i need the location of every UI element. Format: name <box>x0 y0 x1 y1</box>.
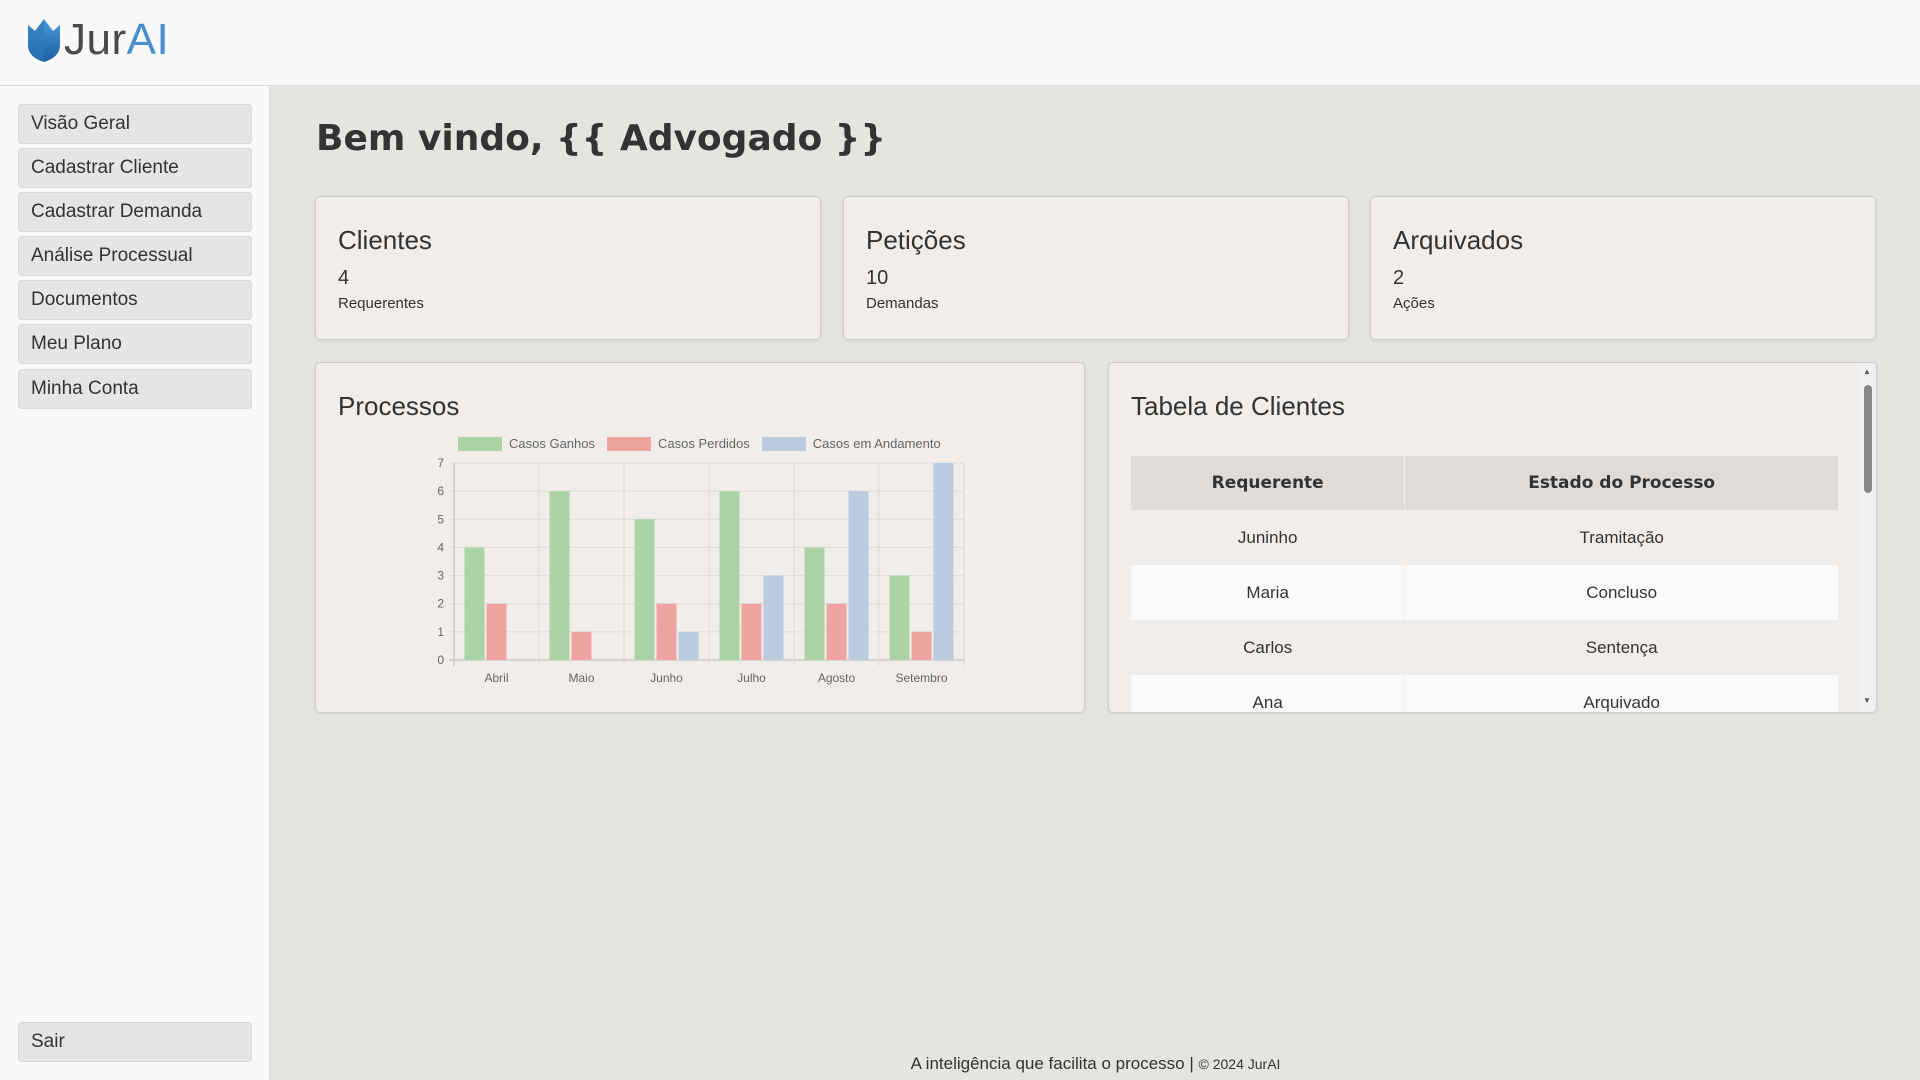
footer: A inteligência que facilita o processo |… <box>271 1054 1920 1074</box>
top-header: JurAI <box>0 0 1920 86</box>
y-tick-label: 0 <box>437 653 444 667</box>
table-panel-scrollbar[interactable]: ▲ ▼ <box>1859 363 1876 711</box>
bar-casos-ganhos <box>549 491 570 660</box>
stat-title: Petições <box>866 225 966 255</box>
y-tick-label: 7 <box>437 456 444 470</box>
clients-table-container: Requerente Estado do Processo Juninho Tr… <box>1131 456 1839 712</box>
bar-casos-em-andamento <box>763 575 784 660</box>
scroll-down-arrow-icon[interactable]: ▼ <box>1863 696 1871 706</box>
table-row[interactable]: Carlos Sentença <box>1131 620 1839 675</box>
table-panel-title: Tabela de Clientes <box>1131 391 1345 421</box>
cell-estado: Concluso <box>1404 565 1839 620</box>
sidebar-item-meu-plano[interactable]: Meu Plano <box>18 324 252 364</box>
bar-casos-ganhos <box>719 491 740 660</box>
y-tick-label: 5 <box>437 512 444 526</box>
cell-requerente: Carlos <box>1131 620 1406 675</box>
bar-chart: 0 1 2 3 4 5 6 7 Abril Maio Junho Julho Agosto Setembr… <box>437 456 965 685</box>
table-header-row: Requerente Estado do Processo <box>1131 456 1839 510</box>
stat-title: Arquivados <box>1393 225 1524 255</box>
footer-tagline: A inteligência que facilita o processo | <box>910 1054 1194 1073</box>
bar-casos-perdidos <box>741 603 762 660</box>
column-header-estado[interactable]: Estado do Processo <box>1404 456 1839 510</box>
bar-casos-perdidos <box>911 631 932 660</box>
sidebar-item-cadastrar-demanda[interactable]: Cadastrar Demanda <box>18 192 252 232</box>
bar-casos-perdidos <box>486 603 507 660</box>
page-title: Bem vindo, {{ Advogado }} <box>316 118 887 159</box>
y-tick-label: 4 <box>437 540 444 554</box>
footer-copyright: © 2024 JurAI <box>1198 1056 1281 1072</box>
bar-casos-ganhos <box>464 547 485 660</box>
stat-value: 10 <box>866 267 889 289</box>
sidebar-item-minha-conta[interactable]: Minha Conta <box>18 369 252 409</box>
sidebar-item-documentos[interactable]: Documentos <box>18 280 252 320</box>
bar-casos-em-andamento <box>933 463 954 660</box>
stat-value: 4 <box>338 267 350 289</box>
cell-estado: Arquivado <box>1404 675 1839 712</box>
x-tick-label: Junho <box>650 671 683 685</box>
bar-casos-em-andamento <box>848 491 869 660</box>
bar-casos-ganhos <box>804 547 825 660</box>
stat-subtitle: Demandas <box>866 295 939 312</box>
stat-subtitle: Requerentes <box>338 295 424 312</box>
x-tick-label: Abril <box>484 671 508 685</box>
y-tick-label: 2 <box>437 597 444 611</box>
clients-table: Requerente Estado do Processo Juninho Tr… <box>1131 456 1839 712</box>
cell-requerente: Ana <box>1131 675 1406 712</box>
clients-table-panel: Tabela de Clientes Requerente Estado do … <box>1108 362 1877 713</box>
table-row[interactable]: Juninho Tramitação <box>1131 510 1839 565</box>
y-tick-label: 1 <box>437 625 444 639</box>
stat-card-arquivados: Arquivados 2 Ações <box>1370 196 1876 340</box>
stat-title: Clientes <box>338 225 432 255</box>
y-tick-label: 3 <box>437 569 444 583</box>
stat-card-clientes: Clientes 4 Requerentes <box>315 196 821 340</box>
sidebar-item-analise-processual[interactable]: Análise Processual <box>18 236 252 276</box>
bar-casos-perdidos <box>656 603 677 660</box>
app-name: JurAI <box>64 15 170 64</box>
app-logo[interactable]: JurAI <box>26 15 170 64</box>
y-tick-label: 6 <box>437 484 444 498</box>
bar-casos-em-andamento <box>678 631 699 660</box>
shield-logo-icon <box>28 19 60 62</box>
cell-requerente: Maria <box>1131 565 1406 620</box>
chart-panel: Processos Casos Ganhos Casos Perdidos Ca… <box>315 362 1085 713</box>
table-row[interactable]: Maria Concluso <box>1131 565 1839 620</box>
stat-subtitle: Ações <box>1393 295 1435 312</box>
column-header-requerente[interactable]: Requerente <box>1131 456 1406 510</box>
table-row[interactable]: Ana Arquivado <box>1131 675 1839 712</box>
main-content: Bem vindo, {{ Advogado }} Clientes 4 Req… <box>271 86 1920 1080</box>
x-tick-label: Setembro <box>895 671 947 685</box>
cell-requerente: Juninho <box>1131 510 1406 565</box>
bar-casos-perdidos <box>571 631 592 660</box>
sidebar: Visão Geral Cadastrar Cliente Cadastrar … <box>0 86 270 1080</box>
scrollbar-thumb[interactable] <box>1864 385 1872 493</box>
bar-casos-ganhos <box>634 519 655 660</box>
stat-value: 2 <box>1393 267 1405 289</box>
sidebar-item-visao-geral[interactable]: Visão Geral <box>18 104 252 144</box>
bar-casos-perdidos <box>826 603 847 660</box>
sidebar-item-cadastrar-cliente[interactable]: Cadastrar Cliente <box>18 148 252 188</box>
cell-estado: Sentença <box>1404 620 1839 675</box>
stat-card-peticoes: Petições 10 Demandas <box>843 196 1349 340</box>
scroll-up-arrow-icon[interactable]: ▲ <box>1863 367 1871 377</box>
cell-estado: Tramitação <box>1404 510 1839 565</box>
x-tick-label: Julho <box>737 671 766 685</box>
x-tick-label: Agosto <box>818 671 856 685</box>
logout-button[interactable]: Sair <box>18 1022 252 1062</box>
bar-casos-ganhos <box>889 575 910 660</box>
x-tick-label: Maio <box>568 671 594 685</box>
